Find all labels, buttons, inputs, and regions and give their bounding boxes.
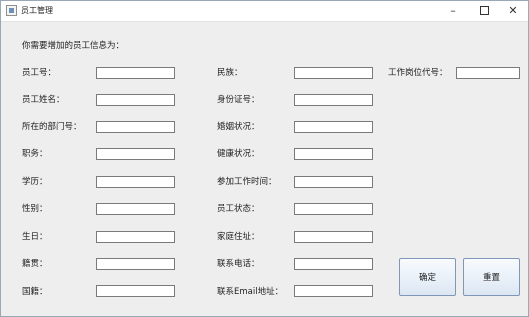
work-start-date-input[interactable]: [294, 176, 373, 188]
job-code-label: 工作岗位代号：: [388, 68, 448, 78]
marital-status-label: 婚姻状况：: [217, 122, 260, 132]
maximize-button[interactable]: [470, 1, 498, 21]
maximize-icon: [479, 5, 489, 15]
reset-button[interactable]: 重置: [463, 258, 520, 296]
employee-management-window: 员工管理 – ✕ 你需要增加的员工信息为： 员工号： 员工姓名： 所在的部门号：…: [0, 0, 529, 317]
employee-status-label: 员工状态：: [217, 204, 260, 214]
job-code-input[interactable]: [456, 67, 520, 79]
education-input[interactable]: [96, 176, 175, 188]
form-heading: 你需要增加的员工信息为：: [22, 41, 125, 51]
work-start-date-label: 参加工作时间：: [217, 177, 277, 187]
health-status-input[interactable]: [294, 148, 373, 160]
education-label: 学历：: [22, 177, 48, 187]
native-place-label: 籍贯：: [22, 259, 48, 269]
phone-label: 联系电话：: [217, 259, 260, 269]
employee-name-input[interactable]: [96, 94, 175, 106]
position-input[interactable]: [96, 148, 175, 160]
department-id-input[interactable]: [96, 121, 175, 133]
ethnicity-input[interactable]: [294, 67, 373, 79]
native-place-input[interactable]: [96, 258, 175, 270]
email-label: 联系Email地址：: [217, 287, 284, 297]
id-card-input[interactable]: [294, 94, 373, 106]
home-address-label: 家庭住址：: [217, 232, 260, 242]
confirm-button[interactable]: 确定: [399, 258, 456, 296]
gender-label: 性别：: [22, 204, 48, 214]
birthday-input[interactable]: [96, 231, 175, 243]
position-label: 职务：: [22, 149, 48, 159]
gender-input[interactable]: [96, 203, 175, 215]
health-status-label: 健康状况：: [217, 149, 260, 159]
employee-id-label: 员工号：: [22, 68, 57, 78]
birthday-label: 生日：: [22, 232, 48, 242]
close-button[interactable]: ✕: [499, 1, 527, 21]
home-address-input[interactable]: [294, 231, 373, 243]
phone-input[interactable]: [294, 258, 373, 270]
app-icon: [6, 5, 17, 16]
ethnicity-label: 民族：: [217, 68, 243, 78]
marital-status-input[interactable]: [294, 121, 373, 133]
title-bar[interactable]: 员工管理 – ✕: [1, 1, 528, 22]
minimize-button[interactable]: –: [439, 1, 467, 21]
employee-id-input[interactable]: [96, 67, 175, 79]
email-input[interactable]: [294, 285, 373, 297]
id-card-label: 身份证号：: [217, 95, 260, 105]
window-title: 员工管理: [21, 6, 53, 15]
nationality-input[interactable]: [96, 285, 175, 297]
employee-name-label: 员工姓名：: [22, 95, 65, 105]
nationality-label: 国籍：: [22, 287, 48, 297]
employee-status-input[interactable]: [294, 203, 373, 215]
department-id-label: 所在的部门号：: [22, 122, 82, 132]
